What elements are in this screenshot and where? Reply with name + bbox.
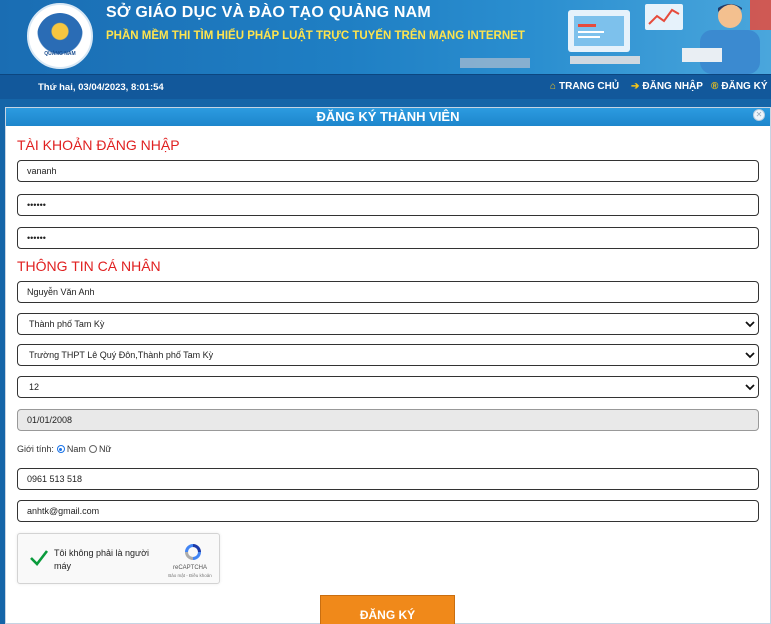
account-section-title: TÀI KHOẢN ĐĂNG NHẬP bbox=[17, 137, 180, 153]
register-panel: ĐĂNG KÝ THÀNH VIÊN ✕ TÀI KHOẢN ĐĂNG NHẬP… bbox=[5, 107, 771, 624]
chevron-down-icon bbox=[745, 321, 755, 328]
gender-female-label[interactable]: Nữ bbox=[99, 444, 112, 454]
login-icon: ➔ bbox=[631, 81, 640, 92]
checkmark-icon[interactable] bbox=[29, 547, 49, 567]
nav-login-label: ĐĂNG NHẬP bbox=[642, 81, 703, 92]
site-title: SỞ GIÁO DỤC VÀ ĐÀO TẠO QUẢNG NAM bbox=[106, 4, 431, 21]
gender-group: Giới tính: Nam Nữ bbox=[17, 444, 111, 454]
nav-home[interactable]: ⌂ TRANG CHỦ bbox=[550, 81, 619, 92]
district-value: Thành phố Tam Kỳ bbox=[29, 319, 105, 329]
username-input[interactable]: vananh bbox=[17, 160, 759, 182]
full-name-input[interactable]: Nguyễn Văn Anh bbox=[17, 281, 759, 303]
grade-value: 12 bbox=[29, 382, 40, 392]
recaptcha-label: Tôi không phải là người máy bbox=[54, 548, 149, 571]
panel-title: ĐĂNG KÝ THÀNH VIÊN bbox=[6, 108, 770, 126]
home-icon: ⌂ bbox=[550, 81, 557, 92]
nav-register-label: ĐĂNG KÝ bbox=[721, 81, 768, 92]
gender-female-radio[interactable] bbox=[88, 445, 97, 453]
chevron-down-icon bbox=[745, 384, 755, 391]
phone-input[interactable]: 0961 513 518 bbox=[17, 468, 759, 490]
gender-male-label[interactable]: Nam bbox=[67, 444, 86, 454]
district-select[interactable]: Thành phố Tam Kỳ bbox=[17, 313, 759, 335]
grade-select[interactable]: 12 bbox=[17, 376, 759, 398]
gender-male-radio[interactable] bbox=[56, 445, 65, 453]
gender-label: Giới tính: bbox=[17, 444, 54, 454]
recaptcha-logo-icon bbox=[185, 544, 201, 560]
school-select[interactable]: Trường THPT Lê Quý Đôn,Thành phố Tam Kỳ bbox=[17, 344, 759, 366]
register-icon: ® bbox=[711, 81, 719, 92]
recaptcha-brand: reCAPTCHA bbox=[172, 565, 207, 571]
top-navbar: Thứ hai, 03/04/2023, 8:01:54 ⌂ TRANG CHỦ… bbox=[0, 74, 771, 99]
birthdate-field: 01/01/2008 bbox=[17, 409, 759, 431]
logo-text: QUẢNG NAM bbox=[44, 51, 76, 57]
site-logo[interactable]: QUẢNG NAM bbox=[27, 3, 93, 69]
header-illustration bbox=[460, 0, 771, 74]
register-button[interactable]: ĐĂNG KÝ bbox=[320, 595, 455, 624]
recaptcha-terms-link[interactable]: Bảo mật - Điều khoản bbox=[161, 573, 219, 578]
nav-login[interactable]: ➔ ĐĂNG NHẬP bbox=[631, 81, 703, 92]
recaptcha-widget: Tôi không phải là người máy reCAPTCHA Bả… bbox=[17, 533, 220, 584]
school-value: Trường THPT Lê Quý Đôn,Thành phố Tam Kỳ bbox=[29, 350, 214, 360]
personal-section-title: THÔNG TIN CÁ NHÂN bbox=[17, 258, 161, 274]
close-icon[interactable]: ✕ bbox=[753, 109, 765, 121]
current-datetime: Thứ hai, 03/04/2023, 8:01:54 bbox=[38, 82, 164, 93]
nav-home-label: TRANG CHỦ bbox=[559, 81, 620, 92]
email-input[interactable]: anhtk@gmail.com bbox=[17, 500, 759, 522]
chevron-down-icon bbox=[745, 352, 755, 359]
password-confirm-input[interactable]: •••••• bbox=[17, 227, 759, 249]
nav-register[interactable]: ® ĐĂNG KÝ bbox=[711, 81, 768, 92]
password-input[interactable]: •••••• bbox=[17, 194, 759, 216]
site-header: QUẢNG NAM SỞ GIÁO DỤC VÀ ĐÀO TẠO QUẢNG N… bbox=[0, 0, 771, 74]
